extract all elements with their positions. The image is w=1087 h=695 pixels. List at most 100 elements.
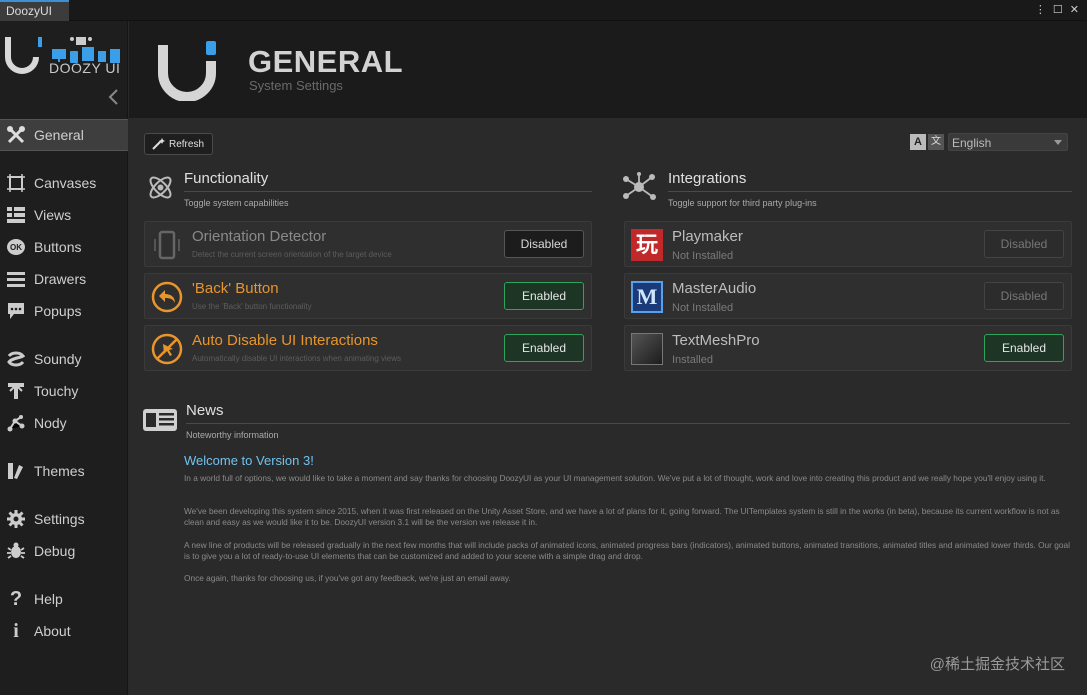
network-nodes-icon: [623, 172, 656, 200]
sidebar-item-label: About: [34, 623, 71, 639]
refresh-button[interactable]: Refresh: [144, 133, 213, 155]
back-button-toggle-button[interactable]: Enabled: [504, 282, 584, 310]
question-mark-icon: ?: [9, 587, 23, 610]
feature-card-auto-disable: Auto Disable UI Interactions Automatical…: [144, 325, 592, 371]
sidebar-item-about[interactable]: i About: [0, 616, 128, 646]
sidebar-item-touchy[interactable]: Touchy: [0, 376, 128, 406]
sidebar-item-label: General: [34, 127, 84, 143]
sidebar-item-canvases[interactable]: Canvases: [0, 168, 128, 198]
feature-name: Auto Disable UI Interactions: [192, 332, 378, 349]
feature-description: Use the 'Back' button functionality: [192, 302, 312, 311]
page-header: GENERAL System Settings: [129, 21, 1087, 118]
integration-card-textmeshpro: TextMeshPro Installed Enabled: [624, 325, 1072, 371]
orientation-toggle-button[interactable]: Disabled: [504, 230, 584, 258]
news-headline: Welcome to Version 3!: [184, 453, 314, 468]
more-options-icon[interactable]: ⋮: [1035, 2, 1046, 18]
feature-name: Orientation Detector: [192, 228, 327, 245]
chat-bubble-icon: [5, 301, 27, 321]
news-title: News: [186, 402, 224, 419]
feature-card-back-button: 'Back' Button Use the 'Back' button func…: [144, 273, 592, 319]
playmaker-logo-icon: 玩: [631, 229, 663, 261]
page-subtitle: System Settings: [249, 78, 343, 93]
translate-icon: A 文: [910, 134, 944, 150]
news-subtitle: Noteworthy information: [186, 430, 279, 440]
news-paragraph: In a world full of options, we would lik…: [184, 473, 1046, 483]
sidebar-item-label: Help: [34, 591, 63, 607]
theme-palette-icon: [5, 461, 27, 481]
functionality-subtitle: Toggle system capabilities: [184, 198, 289, 208]
integration-name: Playmaker: [672, 228, 743, 245]
sidebar-item-general[interactable]: General: [0, 119, 128, 151]
news-paragraph: We've been developing this system since …: [184, 506, 1060, 527]
install-status: Installed: [672, 354, 713, 366]
integration-name: MasterAudio: [672, 280, 757, 297]
touch-pin-icon: [5, 381, 27, 401]
node-graph-icon: [5, 413, 27, 433]
functionality-title: Functionality: [184, 170, 269, 187]
divider: [184, 191, 592, 192]
doozy-u-logo-icon: [158, 41, 216, 101]
feature-description: Detect the current screen orientation of…: [192, 250, 392, 259]
sidebar-item-nody[interactable]: Nody: [0, 408, 128, 438]
logo-text: DOOZY UI: [49, 60, 121, 76]
textmeshpro-logo-icon: [631, 333, 663, 365]
masteraudio-toggle-button[interactable]: Disabled: [984, 282, 1064, 310]
collapse-sidebar-icon[interactable]: [106, 88, 122, 106]
sidebar-item-popups[interactable]: Popups: [0, 296, 128, 326]
install-status: Not Installed: [672, 250, 734, 262]
masteraudio-logo-icon: M: [631, 281, 663, 313]
textmeshpro-toggle-button[interactable]: Enabled: [984, 334, 1064, 362]
phone-orientation-icon: [154, 230, 180, 260]
close-icon[interactable]: ✕: [1070, 2, 1079, 18]
refresh-label: Refresh: [169, 138, 205, 150]
sidebar-item-label: Soundy: [34, 351, 82, 367]
canvas-frame-icon: [5, 173, 27, 193]
magic-wand-icon: [151, 137, 165, 151]
integrations-subtitle: Toggle support for third party plug-ins: [668, 198, 817, 208]
tools-icon: [5, 125, 27, 145]
doozyui-window: DoozyUI ⋮ ☐ ✕ DOOZY UI General Canvases …: [0, 0, 1087, 695]
chevron-down-icon: [1054, 140, 1062, 145]
install-status: Not Installed: [672, 302, 734, 314]
divider: [668, 191, 1072, 192]
sidebar-item-themes[interactable]: Themes: [0, 456, 128, 486]
svg-text:OK: OK: [10, 243, 22, 252]
main-content: Refresh A 文 English Functionality Toggle…: [129, 118, 1087, 695]
sidebar-item-label: Drawers: [34, 271, 87, 287]
auto-disable-toggle-button[interactable]: Enabled: [504, 334, 584, 362]
sidebar-item-label: Nody: [34, 415, 67, 431]
sidebar-item-soundy[interactable]: Soundy: [0, 344, 128, 374]
sidebar-item-label: Canvases: [34, 175, 97, 191]
window-tab[interactable]: DoozyUI: [0, 0, 69, 21]
sidebar-item-settings[interactable]: Settings: [0, 504, 128, 534]
feature-description: Automatically disable UI interactions wh…: [192, 354, 401, 363]
integration-name: TextMeshPro: [672, 332, 760, 349]
sidebar-item-buttons[interactable]: OK Buttons: [0, 232, 128, 262]
playmaker-toggle-button[interactable]: Disabled: [984, 230, 1064, 258]
language-select[interactable]: English: [948, 133, 1068, 151]
newspaper-icon: [143, 409, 177, 431]
doozyui-logo: DOOZY UI: [4, 33, 126, 81]
gear-icon: [5, 509, 27, 529]
news-paragraph: Once again, thanks for choosing us, if y…: [184, 573, 511, 583]
sidebar: DOOZY UI General Canvases Views OK Butto…: [0, 21, 128, 695]
sidebar-item-label: Buttons: [34, 239, 82, 255]
sidebar-item-views[interactable]: Views: [0, 200, 128, 230]
maximize-icon[interactable]: ☐: [1053, 2, 1063, 18]
sidebar-item-label: Touchy: [34, 383, 79, 399]
sidebar-item-label: Views: [34, 207, 72, 223]
sidebar-item-label: Popups: [34, 303, 82, 319]
sidebar-item-debug[interactable]: Debug: [0, 536, 128, 566]
info-icon: i: [13, 619, 19, 642]
watermark: @稀土掘金技术社区: [929, 656, 1065, 673]
hamburger-icon: [5, 269, 27, 289]
bug-icon: [5, 541, 27, 561]
no-click-cursor-icon: [151, 333, 183, 365]
sidebar-item-label: Settings: [34, 511, 85, 527]
views-list-icon: [5, 205, 27, 225]
sidebar-item-help[interactable]: ? Help: [0, 584, 128, 614]
sidebar-item-drawers[interactable]: Drawers: [0, 264, 128, 294]
page-title: GENERAL: [248, 44, 404, 79]
integration-card-playmaker: 玩 Playmaker Not Installed Disabled: [624, 221, 1072, 267]
divider: [186, 423, 1070, 424]
